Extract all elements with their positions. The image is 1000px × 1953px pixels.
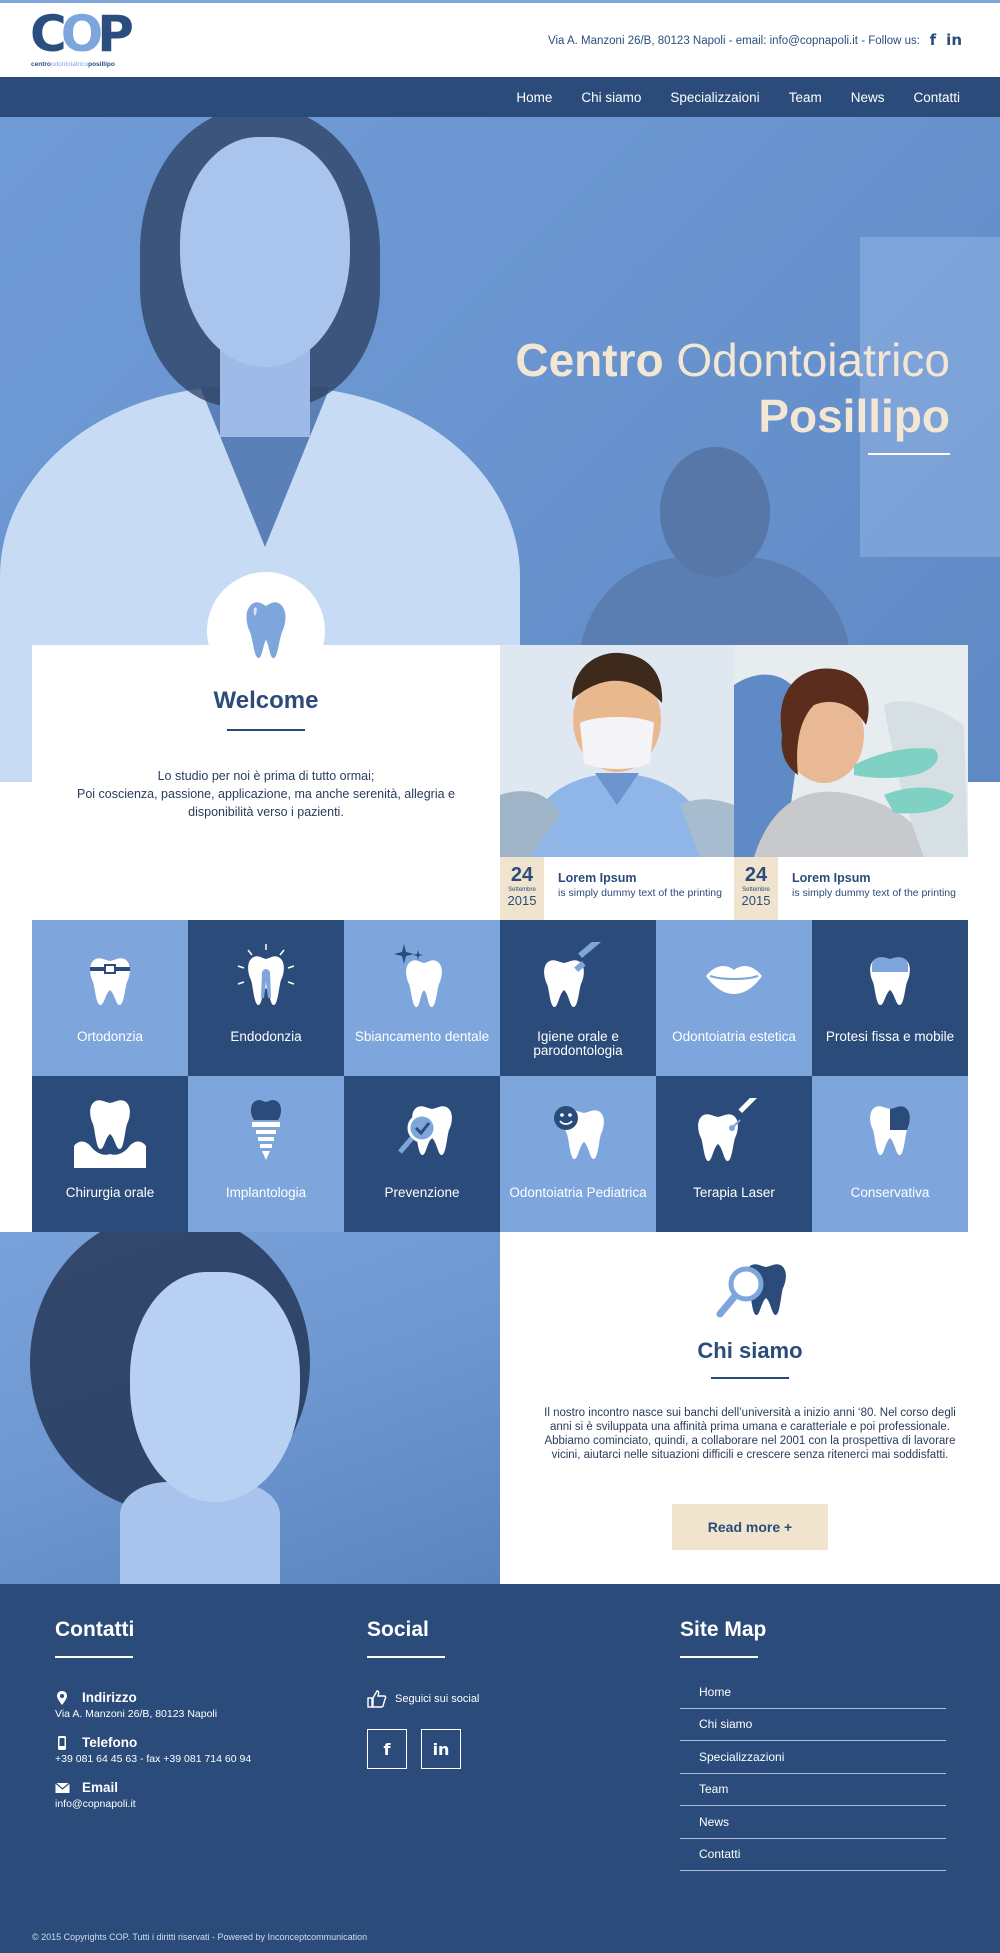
- footer: Contatti Indirizzo Via A. Manzoni 26/B, …: [0, 1584, 1000, 1953]
- welcome-text: Lo studio per noi è prima di tutto ormai…: [76, 769, 455, 819]
- service-ortodonzia[interactable]: Ortodonzia: [32, 920, 188, 1076]
- envelope-icon: [55, 1782, 70, 1793]
- copyright: © 2015 Copyrights COP. Tutti i diritti r…: [32, 1932, 368, 1942]
- footer-sitemap: Site Map Home Chi siamo Specializzazioni…: [680, 1618, 946, 1871]
- footer-contatti-title: Contatti: [55, 1618, 135, 1641]
- phone-icon: [58, 1736, 66, 1750]
- welcome-tooth-badge: [207, 572, 325, 690]
- tooth-icon: [246, 602, 286, 659]
- chi-siamo-text: Il nostro incontro nasce sui banchi dell…: [544, 1407, 956, 1461]
- nav-item-contatti[interactable]: Contatti: [913, 90, 960, 105]
- crown-tooth-icon: [870, 957, 910, 1006]
- footer-contatti: Contatti Indirizzo Via A. Manzoni 26/B, …: [55, 1618, 335, 1810]
- footer-sitemap-title: Site Map: [680, 1618, 767, 1641]
- header-social: f in: [930, 31, 962, 49]
- news-card[interactable]: 24 Settembre 2015 Lorem Ipsum is simply …: [500, 645, 734, 920]
- service-protesi[interactable]: Protesi fissa e mobile: [812, 920, 968, 1076]
- nav-item-team[interactable]: Team: [789, 90, 822, 105]
- services-grid: Ortodonzia Endodonzia Sbiancamento denta…: [32, 920, 968, 1232]
- nav-item-specializzazioni[interactable]: Specializzaioni: [670, 90, 759, 105]
- service-estetica[interactable]: Odontoiatria estetica: [656, 920, 812, 1076]
- thumbs-up-icon: [367, 1690, 387, 1708]
- hero-divider: [868, 453, 950, 455]
- braces-tooth-icon: [90, 958, 130, 1006]
- chi-siamo-title: Chi siamo: [697, 1338, 803, 1363]
- chi-siamo-section: Chi siamo Il nostro incontro nasce sui b…: [500, 1232, 1000, 1584]
- footer-divider: [55, 1656, 133, 1658]
- hero-title: Centro Odontoiatrico Posillipo: [515, 334, 950, 442]
- footer-divider: [680, 1656, 758, 1658]
- service-endodonzia[interactable]: Endodonzia: [188, 920, 344, 1076]
- logo-subtitle: centroodontoiatricoposillipo: [31, 61, 115, 68]
- facebook-icon[interactable]: f: [367, 1729, 407, 1769]
- nav-item-home[interactable]: Home: [516, 90, 552, 105]
- news-image-patient: [734, 645, 968, 857]
- service-implantologia[interactable]: Implantologia: [188, 1076, 344, 1232]
- gum-tooth-icon: [74, 1100, 146, 1168]
- half-tooth-icon: [870, 1106, 910, 1156]
- smiley-tooth-icon: [554, 1106, 604, 1160]
- nav-item-news[interactable]: News: [851, 90, 885, 105]
- sitemap-link-contatti[interactable]: Contatti: [680, 1839, 946, 1871]
- footer-phone: Telefono +39 081 64 45 63 - fax +39 081 …: [55, 1735, 252, 1765]
- footer-social-title: Social: [367, 1618, 429, 1641]
- chi-siamo-image: [0, 1232, 500, 1584]
- logo-mark: COP: [30, 5, 134, 63]
- service-laser[interactable]: Terapia Laser: [656, 1076, 812, 1232]
- service-sbiancamento[interactable]: Sbiancamento dentale: [344, 920, 500, 1076]
- footer-follow: Seguici sui social: [367, 1690, 627, 1708]
- news-date: 24 Settembre 2015: [500, 857, 544, 920]
- news-subtitle: is simply dummy text of the printing: [558, 887, 722, 899]
- lips-icon: [706, 966, 762, 994]
- welcome-title: Welcome: [213, 687, 319, 714]
- footer-divider: [367, 1656, 445, 1658]
- footer-social: Social Seguici sui social f in: [367, 1618, 627, 1769]
- laser-tooth-icon: [698, 1098, 764, 1162]
- news-caption: Lorem Ipsum is simply dummy text of the …: [558, 871, 722, 899]
- news-subtitle: is simply dummy text of the printing: [792, 887, 956, 899]
- header: COP centroodontoiatricoposillipo Via A. …: [0, 3, 1000, 77]
- service-prevenzione[interactable]: Prevenzione: [344, 1076, 500, 1232]
- sitemap-link-chi-siamo[interactable]: Chi siamo: [680, 1709, 946, 1741]
- logo[interactable]: COP centroodontoiatricoposillipo: [30, 9, 134, 73]
- implant-icon: [250, 1099, 282, 1160]
- footer-social-buttons: f in: [367, 1729, 627, 1769]
- read-more-button[interactable]: Read more +: [672, 1504, 828, 1550]
- news-card[interactable]: 24 Settembre 2015 Lorem Ipsum is simply …: [734, 645, 968, 920]
- sitemap-link-news[interactable]: News: [680, 1806, 946, 1839]
- sparkle-tooth-icon: [394, 944, 442, 1008]
- magnifier-tooth-icon: [398, 1106, 452, 1156]
- footer-address: Indirizzo Via A. Manzoni 26/B, 80123 Nap…: [55, 1690, 218, 1720]
- news-date: 24 Settembre 2015: [734, 857, 778, 920]
- welcome-divider: [227, 729, 305, 731]
- facebook-icon[interactable]: f: [930, 31, 937, 49]
- news-title[interactable]: Lorem Ipsum: [558, 871, 722, 885]
- sitemap-link-home[interactable]: Home: [680, 1676, 946, 1709]
- magnifier-tooth-icon: [716, 1264, 786, 1318]
- header-contact-line: Via A. Manzoni 26/B, 80123 Napoli - emai…: [548, 35, 920, 47]
- main-nav: Home Chi siamo Specializzaioni Team News…: [0, 77, 1000, 117]
- chi-siamo-divider: [711, 1377, 789, 1379]
- linkedin-icon[interactable]: in: [421, 1729, 461, 1769]
- sitemap-links: Home Chi siamo Specializzazioni Team New…: [680, 1676, 946, 1871]
- service-pediatrica[interactable]: Odontoiatria Pediatrica: [500, 1076, 656, 1232]
- news-title[interactable]: Lorem Ipsum: [792, 871, 956, 885]
- linkedin-icon[interactable]: in: [946, 31, 962, 49]
- sitemap-link-specializzazioni[interactable]: Specializzazioni: [680, 1741, 946, 1774]
- footer-email: Email info@copnapoli.it: [55, 1780, 136, 1810]
- service-conservativa[interactable]: Conservativa: [812, 1076, 968, 1232]
- nav-item-chi-siamo[interactable]: Chi siamo: [581, 90, 641, 105]
- map-pin-icon: [57, 1691, 67, 1705]
- news-caption: Lorem Ipsum is simply dummy text of the …: [792, 871, 956, 899]
- service-igiene[interactable]: Igiene orale e parodontologia: [500, 920, 656, 1076]
- root-canal-tooth-icon: [237, 944, 295, 1006]
- toothbrush-tooth-icon: [544, 942, 605, 1008]
- news-image-dentist: [500, 645, 734, 857]
- sitemap-link-team[interactable]: Team: [680, 1774, 946, 1806]
- service-chirurgia[interactable]: Chirurgia orale: [32, 1076, 188, 1232]
